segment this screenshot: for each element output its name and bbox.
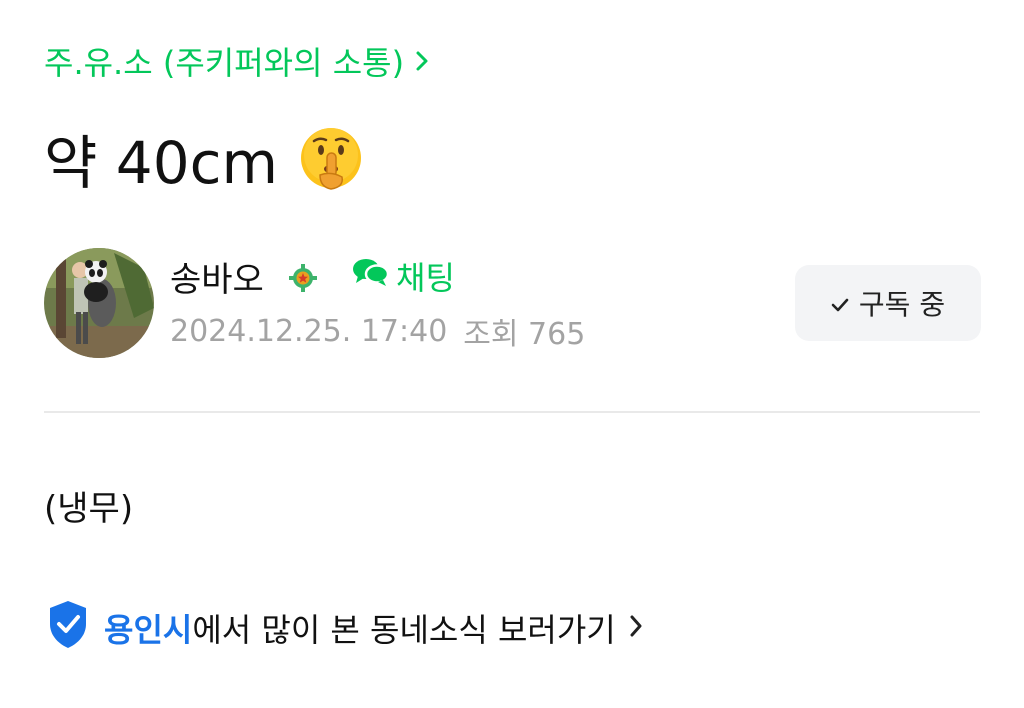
local-news-label: 에서 많이 본 동네소식 보러가기: [192, 611, 616, 649]
chat-label: 채팅: [396, 259, 455, 297]
views-count: 765: [528, 317, 586, 352]
chevron-right-icon: [414, 42, 430, 80]
subscribe-label: 구독 중: [858, 288, 946, 321]
board-name: 주.유.소 (주키퍼와의 소통): [44, 44, 405, 82]
local-news-text: 용인시에서 많이 본 동네소식 보러가기: [104, 605, 616, 651]
post-meta: 2024.12.25. 17:40 조회 765: [170, 309, 585, 353]
post-date: 2024.12.25. 17:40: [170, 313, 448, 349]
post-title: 약 40cm: [44, 118, 364, 198]
views-label: 조회: [463, 317, 519, 352]
author-avatar[interactable]: [44, 248, 154, 358]
verified-location-icon: [44, 598, 92, 658]
check-icon: [831, 287, 849, 320]
chat-button[interactable]: 채팅: [352, 254, 455, 298]
shushing-face-icon: [298, 125, 364, 191]
post-title-text: 약 40cm: [44, 129, 278, 197]
board-link[interactable]: 주.유.소 (주키퍼와의 소통): [44, 38, 430, 84]
divider: [44, 411, 980, 413]
view-count: 조회 765: [463, 309, 585, 353]
chat-bubbles-icon: [352, 256, 390, 296]
chevron-right-icon: [628, 609, 644, 647]
member-grade-badge-icon: [288, 263, 318, 293]
post-body: (냉무): [44, 488, 134, 529]
region-name: 용인시: [104, 611, 193, 649]
author-name[interactable]: 송바오: [170, 254, 264, 300]
local-news-link[interactable]: 용인시에서 많이 본 동네소식 보러가기: [44, 600, 644, 656]
subscribe-button[interactable]: 구독 중: [795, 265, 981, 341]
